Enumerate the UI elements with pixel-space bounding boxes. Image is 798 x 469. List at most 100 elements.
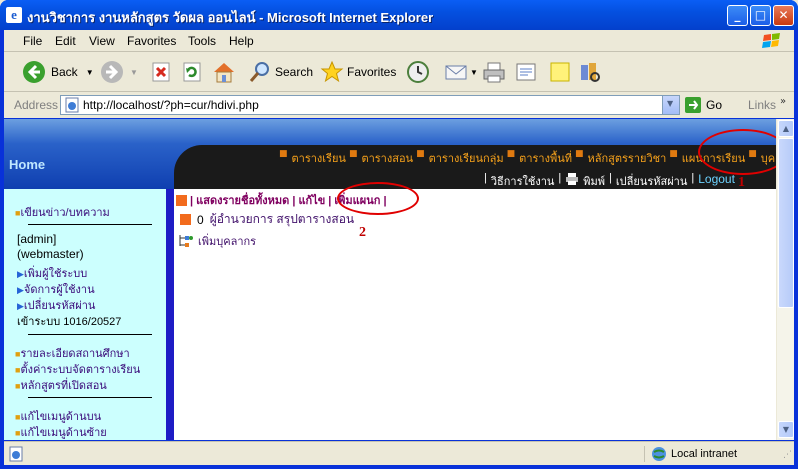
sidebar-item-label: หลักสูตรที่เปิดสอน: [20, 380, 107, 392]
add-staff-row[interactable]: เพิ่มบุคลากร: [178, 232, 256, 250]
minimize-button[interactable]: _: [727, 5, 748, 26]
annotation-number-2: 2: [359, 225, 366, 240]
print-link[interactable]: พิมพ์: [583, 172, 605, 190]
list-item: 0 ผู้อำนวยการ สรุปตารางสอน: [180, 210, 354, 229]
sub-nav: | วิธีการใช้งาน | พิมพ์ | เปลี่ยนรหัสผ่า…: [484, 172, 735, 190]
nav-bullet-icon: ■: [574, 149, 584, 159]
go-label: Go: [706, 98, 723, 112]
edit-link[interactable]: แก้ไข: [298, 191, 325, 209]
mail-dropdown-icon[interactable]: ▼: [470, 68, 478, 77]
annotation-circle-2: [337, 182, 419, 215]
zone-label: Local intranet: [671, 448, 738, 460]
chevron-down-icon: ▼: [667, 99, 674, 108]
sidebar-item-label: แก้ไขเมนูด้านซ้าย: [20, 427, 107, 439]
status-bar: Local intranet ⋰: [4, 441, 794, 465]
links-label[interactable]: Links: [748, 98, 776, 112]
logout-link[interactable]: Logout: [698, 172, 735, 190]
go-button[interactable]: Go: [684, 95, 722, 115]
vertical-scrollbar[interactable]: ▲ ▼: [776, 119, 794, 440]
arrow-right-icon: ▶: [17, 269, 24, 279]
scroll-down-icon[interactable]: ▼: [778, 421, 794, 438]
page-status-icon: [9, 446, 23, 462]
divider: [28, 334, 152, 335]
change-password-link[interactable]: เปลี่ยนรหัสผ่าน: [616, 172, 687, 190]
sidebar-item-label: แก้ไขเมนูด้านบน: [20, 411, 102, 423]
stop-button[interactable]: [150, 58, 172, 86]
user-name: [admin]: [17, 232, 57, 246]
window-title: งานวิชาการ งานหลักสูตร วัดผล ออนไลน์ - M…: [27, 10, 434, 25]
arrow-right-icon: ▶: [17, 285, 24, 295]
forward-button[interactable]: ▼: [100, 58, 138, 86]
refresh-button[interactable]: [181, 58, 203, 86]
research-button[interactable]: [578, 58, 602, 86]
sidebar-item-label: เพิ่มผู้ใช้ระบบ: [23, 268, 88, 280]
nav-item-teaching-schedule[interactable]: ตารางสอน: [361, 149, 413, 167]
divider: [28, 397, 152, 398]
usage-link[interactable]: วิธีการใช้งาน: [491, 172, 555, 190]
print-button[interactable]: [482, 58, 506, 86]
orange-square-icon: [176, 194, 187, 206]
address-dropdown-button[interactable]: ▼: [662, 96, 679, 114]
note-icon: [550, 62, 570, 82]
favorites-button[interactable]: Favorites: [320, 58, 396, 86]
separator: |: [558, 172, 562, 184]
scroll-up-icon[interactable]: ▲: [778, 120, 794, 137]
annotation-number-1: 1: [738, 175, 745, 190]
back-button[interactable]: Back ▼: [22, 58, 94, 86]
history-button[interactable]: [406, 58, 430, 86]
title-bar[interactable]: e งานวิชาการ งานหลักสูตร วัดผล ออนไลน์ -…: [0, 0, 798, 30]
menu-edit[interactable]: Edit: [55, 34, 76, 48]
close-button[interactable]: ✕: [773, 5, 794, 26]
ie-window: e งานวิชาการ งานหลักสูตร วัดผล ออนไลน์ -…: [0, 0, 798, 469]
discuss-button[interactable]: [548, 58, 572, 86]
forward-dropdown-icon[interactable]: ▼: [130, 68, 138, 77]
separator: |: [691, 172, 695, 184]
address-input[interactable]: http://localhost/?ph=cur/hdivi.php ▼: [60, 95, 680, 115]
menu-favorites[interactable]: Favorites: [127, 34, 176, 48]
home-link[interactable]: Home: [9, 157, 45, 172]
separator: |: [609, 172, 612, 184]
menu-help[interactable]: Help: [229, 34, 254, 48]
ie-logo-icon: e: [6, 7, 22, 23]
intranet-globe-icon: [652, 447, 666, 461]
menu-view[interactable]: View: [89, 34, 115, 48]
nav-item-timetable[interactable]: ตารางเรียน: [292, 149, 346, 167]
nav-item-group-timetable[interactable]: ตารางเรียนกลุ่ม: [429, 149, 504, 167]
separator: |: [484, 172, 487, 184]
search-button[interactable]: Search: [248, 58, 313, 86]
favorites-label: Favorites: [347, 65, 397, 79]
sidebar-item-news[interactable]: ■เขียนข่าว/บทความ: [15, 203, 110, 221]
menu-tools[interactable]: Tools: [188, 34, 216, 48]
sidebar-item-label: รายละเอียดสถานศึกษา: [20, 348, 130, 360]
search-label: Search: [275, 65, 314, 79]
list-item-link[interactable]: ผู้อำนวยการ สรุปตารางสอน: [210, 210, 354, 229]
edit-button[interactable]: [514, 58, 538, 86]
sidebar-item-label: จัดการผู้ใช้งาน: [23, 284, 95, 296]
add-staff-link: เพิ่มบุคลากร: [198, 236, 257, 248]
edit-page-icon: [516, 63, 536, 81]
address-bar: Address http://localhost/?ph=cur/hdivi.p…: [4, 92, 794, 118]
nav-item-room-schedule[interactable]: ตารางพื้นที่: [519, 149, 572, 167]
show-all-link[interactable]: | แสดงรายชื่อทั้งหมด |: [190, 191, 295, 209]
maximize-button[interactable]: □: [750, 5, 771, 26]
history-icon: [407, 61, 429, 83]
home-button[interactable]: [212, 58, 236, 86]
nav-item-curriculum[interactable]: หลักสูตรรายวิชา: [588, 149, 667, 167]
home-icon: [214, 63, 234, 83]
resize-grip-icon[interactable]: ⋰: [783, 450, 792, 460]
mail-icon: [445, 65, 467, 80]
scroll-thumb[interactable]: [778, 138, 794, 308]
security-zone: Local intranet: [644, 446, 737, 462]
nav-bullet-icon: ■: [416, 149, 425, 159]
back-dropdown-icon[interactable]: ▼: [86, 68, 94, 77]
chevron-right-icon[interactable]: »: [780, 96, 786, 107]
page-content: Home ■ ตารางเรียน ■ ตารางสอน ■ ตารางเรียนกล…: [4, 119, 776, 440]
sidebar-item-open-curriculum[interactable]: ■หลักสูตรที่เปิดสอน: [15, 376, 107, 394]
address-url: http://localhost/?ph=cur/hdivi.php: [83, 98, 259, 112]
menu-file[interactable]: File: [23, 34, 42, 48]
mail-button[interactable]: ▼: [444, 58, 478, 86]
sidebar-item-edit-left-menu[interactable]: ■แก้ไขเมนูด้านซ้าย: [15, 423, 107, 440]
arrow-right-icon: ▶: [17, 301, 24, 311]
list-item-count: 0: [197, 212, 204, 227]
sidebar-item-label: ตั้งค่าระบบจัดตารางเรียน: [20, 364, 141, 376]
